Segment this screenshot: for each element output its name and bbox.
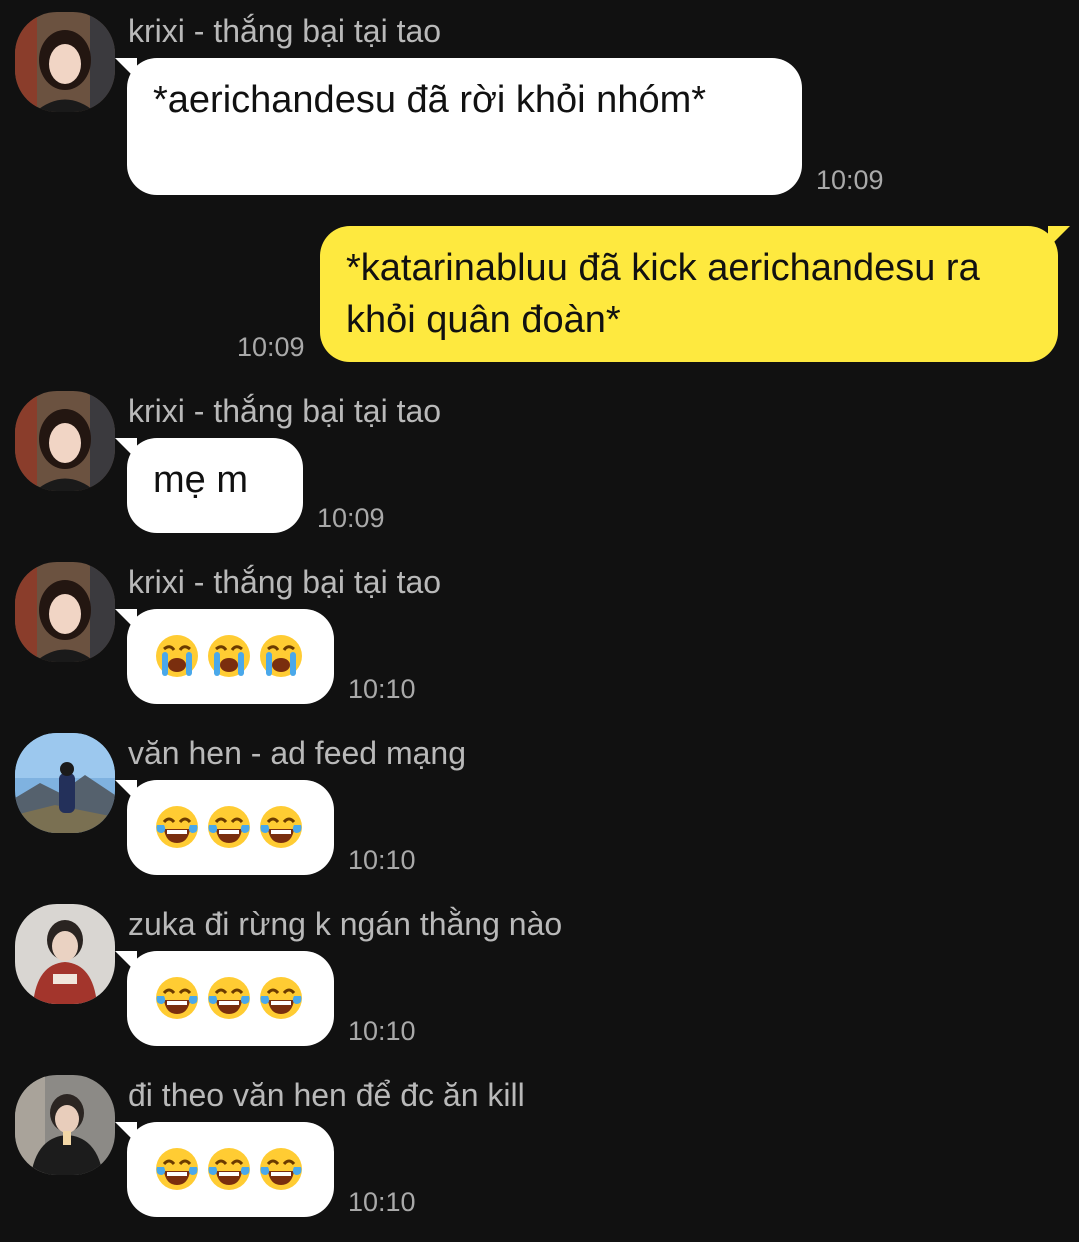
avatar-krixi-image	[15, 391, 115, 491]
avatar-van-hen[interactable]	[15, 733, 115, 833]
message-timestamp: 10:10	[348, 1016, 416, 1046]
avatar-van-hen-image	[15, 733, 115, 833]
face-with-tears-of-joy-icon	[153, 1145, 201, 1193]
loudly-crying-face-icon	[153, 632, 201, 680]
message-timestamp: 10:09	[317, 503, 385, 533]
sender-name: đi theo văn hen để đc ăn kill	[128, 1077, 525, 1113]
avatar-di-theo-image	[15, 1075, 115, 1175]
face-with-tears-of-joy-icon	[205, 1145, 253, 1193]
message-timestamp: 10:09	[816, 165, 884, 195]
message-bubble-incoming[interactable]: mẹ m	[115, 438, 303, 533]
avatar-di-theo[interactable]	[15, 1075, 115, 1175]
message-bubble-incoming[interactable]	[115, 951, 334, 1046]
avatar-krixi[interactable]	[15, 562, 115, 662]
face-with-tears-of-joy-icon	[153, 803, 201, 851]
message-timestamp: 10:10	[348, 1187, 416, 1217]
sender-name: zuka đi rừng k ngán thằng nào	[128, 906, 563, 942]
message-text: *katarinabluu đã kick aerichandesu ra kh…	[346, 247, 980, 341]
message-timestamp: 10:09	[237, 332, 305, 362]
message-timestamp: 10:10	[348, 674, 416, 704]
message-bubble-incoming[interactable]	[115, 1122, 334, 1217]
loudly-crying-face-icon	[205, 632, 253, 680]
face-with-tears-of-joy-icon	[257, 803, 305, 851]
avatar-zuka[interactable]	[15, 904, 115, 1004]
message-text: *aerichandesu đã rời khỏi nhóm*	[153, 79, 707, 121]
avatar-krixi-image	[15, 12, 115, 112]
message-bubble-incoming[interactable]: *aerichandesu đã rời khỏi nhóm*	[115, 58, 802, 195]
face-with-tears-of-joy-icon	[153, 974, 201, 1022]
face-with-tears-of-joy-icon	[205, 803, 253, 851]
avatar-krixi[interactable]	[15, 391, 115, 491]
avatar-zuka-image	[15, 904, 115, 1004]
avatar-krixi-image	[15, 562, 115, 662]
face-with-tears-of-joy-icon	[205, 974, 253, 1022]
message-text: mẹ m	[153, 459, 248, 501]
message-bubble-incoming[interactable]	[115, 609, 334, 704]
message-bubble-incoming[interactable]	[115, 780, 334, 875]
avatar-krixi[interactable]	[15, 12, 115, 112]
sender-name: văn hen - ad feed mạng	[128, 735, 467, 771]
face-with-tears-of-joy-icon	[257, 1145, 305, 1193]
sender-name: krixi - thắng bại tại tao	[128, 393, 442, 429]
sender-name: krixi - thắng bại tại tao	[128, 13, 442, 49]
loudly-crying-face-icon	[257, 632, 305, 680]
message-timestamp: 10:10	[348, 845, 416, 875]
message-bubble-outgoing[interactable]: *katarinabluu đã kick aerichandesu ra kh…	[320, 226, 1070, 362]
sender-name: krixi - thắng bại tại tao	[128, 564, 442, 600]
face-with-tears-of-joy-icon	[257, 974, 305, 1022]
